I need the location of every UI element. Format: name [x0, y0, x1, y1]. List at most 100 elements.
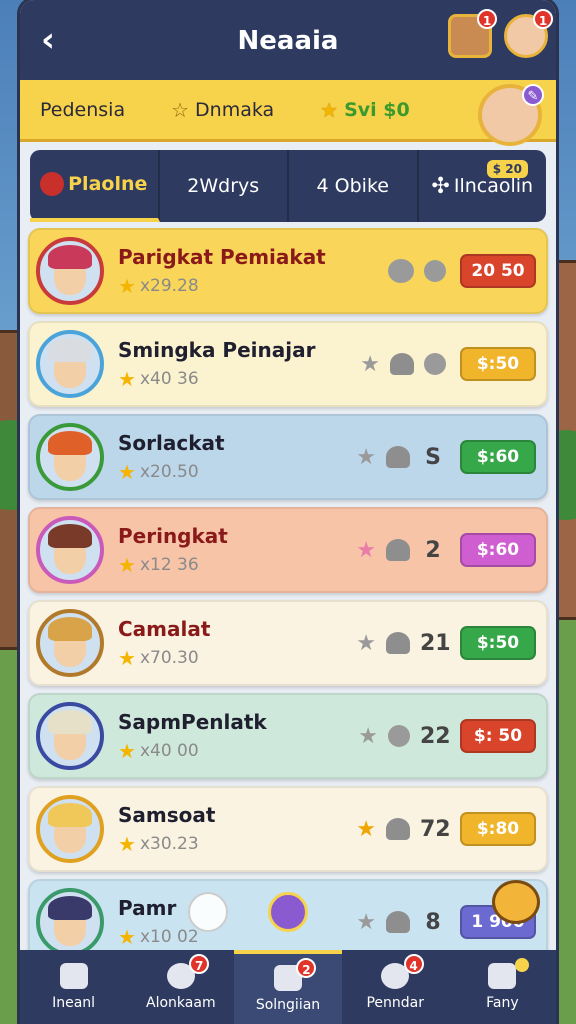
friend-avatar-button[interactable]: 1 [448, 9, 497, 58]
avatar-hair [48, 803, 92, 827]
bear-mascot-icon[interactable] [492, 880, 540, 924]
reward-button[interactable]: 20 50 [460, 254, 536, 288]
player-score: ★ x20.50 [118, 460, 356, 484]
leaderboard-row[interactable]: SapmPenlatk ★ x40 00 ★ 22 $: 50 [28, 693, 548, 779]
chevron-left-icon: ‹ [40, 20, 55, 60]
info-label: Pedensia [40, 98, 126, 121]
player-score: ★ x40 36 [118, 367, 360, 391]
row-info: Samsoat ★ x30.23 [118, 802, 356, 856]
tab-label: 2Wdrys [187, 175, 260, 197]
leaderboard-row[interactable]: Camalat ★ x70.30 ★ 21 $:50 [28, 600, 548, 686]
nav-item[interactable]: Solngiian 2 [234, 950, 342, 1024]
rank-number: 72 [420, 816, 451, 842]
avatar-hair [48, 431, 92, 455]
score-value: x29.28 [139, 276, 199, 296]
notification-badge: 1 [477, 9, 497, 29]
leaderboard-row[interactable]: Parigkat Pemiakat ★ x29.28 20 50 [28, 228, 548, 314]
leaderboard-row[interactable]: Samsoat ★ x30.23 ★ 72 $:80 [28, 786, 548, 872]
notification-badge: 1 [533, 9, 553, 29]
tab-bar: Plaolne 2Wdrys 4 Obike ✣ Ilncaolin $ 20 [30, 150, 546, 222]
player-avatar[interactable]: ✎ [478, 84, 544, 146]
home-icon [59, 963, 88, 989]
player-name: Camalat [118, 617, 211, 641]
star-icon: ★ [118, 832, 136, 856]
tab-label: 4 Obike [316, 175, 389, 197]
nav-label: Alonkaam [146, 995, 216, 1011]
rank-icon [386, 446, 410, 468]
score-value: x40 00 [139, 741, 199, 761]
back-button[interactable]: ‹ [20, 0, 76, 80]
player-score: ★ x30.23 [118, 832, 356, 856]
player-avatar [36, 237, 104, 305]
bottom-navigation: Ineanl Alonkaam 7 Solngiian 2 Penndar 4 Fany [20, 950, 556, 1024]
player-avatar [36, 795, 104, 863]
status-dot [514, 958, 529, 972]
player-name: Peringkat [118, 524, 228, 548]
avatar-hair [48, 617, 92, 641]
nav-label: Solngiian [255, 997, 321, 1013]
nav-item[interactable]: Fany [449, 950, 556, 1024]
row-info: Smingka Peinajar ★ x40 36 [118, 337, 360, 391]
emote-button[interactable] [268, 892, 308, 932]
score-value: x10 02 [139, 927, 199, 947]
nav-label: Ineanl [52, 995, 96, 1011]
reward-button[interactable]: $:60 [460, 440, 536, 474]
tab-plaolne[interactable]: Plaolne [30, 150, 160, 222]
tab-label: Plaolne [68, 173, 148, 195]
chat-bubble-button[interactable] [188, 892, 228, 932]
notification-badge: 7 [189, 954, 210, 974]
top-bar: ‹ Neaaia 1 1 [20, 0, 556, 80]
star-icon: ★ [360, 351, 380, 377]
star-info-label: Dnmaka [195, 98, 275, 121]
nav-label: Fany [486, 995, 519, 1011]
row-info: Parigkat Pemiakat ★ x29.28 [118, 244, 388, 298]
star-outline-icon: ☆ [171, 97, 190, 122]
player-name: Pamr [118, 896, 177, 920]
player-avatar [36, 609, 104, 677]
player-score: ★ x12 36 [118, 553, 356, 577]
nav-item[interactable]: Ineanl [20, 950, 127, 1024]
leaderboard-row[interactable]: Peringkat ★ x12 36 ★ 2 $:60 [28, 507, 548, 593]
nav-item[interactable]: Penndar 4 [342, 950, 449, 1024]
leaderboard-row[interactable]: Sorlackat ★ x20.50 ★ S $:60 [28, 414, 548, 500]
player-score: ★ x10 02 [118, 925, 356, 949]
nav-item[interactable]: Alonkaam 7 [127, 950, 234, 1024]
reward-button[interactable]: $:80 [460, 812, 536, 846]
star-icon: ★ [118, 367, 136, 391]
player-name: SapmPenlatk [118, 710, 267, 734]
tab-label: Ilncaolin [453, 175, 534, 197]
reward-button[interactable]: $:60 [460, 533, 536, 567]
star-icon: ★ [118, 553, 136, 577]
player-name: Sorlackat [118, 431, 225, 455]
rank-number: 8 [425, 909, 441, 935]
player-avatar [36, 423, 104, 491]
avatar-hair [48, 338, 92, 362]
player-avatar [36, 702, 104, 770]
score-value: x30.23 [139, 834, 199, 854]
player-name: Parigkat Pemiakat [118, 245, 326, 269]
tab-ilncaolin[interactable]: ✣ Ilncaolin $ 20 [419, 150, 547, 222]
score-value: x40 36 [139, 369, 199, 389]
star-icon: ★ [356, 816, 376, 842]
leaderboard-row[interactable]: Smingka Peinajar ★ x40 36 ★ $:50 [28, 321, 548, 407]
info-bar: Pedensia ☆ Dnmaka ★ Svi $0 ✎ [20, 80, 556, 146]
face-icon [388, 259, 414, 283]
row-info: Camalat ★ x70.30 [118, 616, 356, 670]
leaderboard-list: Parigkat Pemiakat ★ x29.28 20 50 Smingka Pei… [28, 228, 548, 972]
row-stats: ★ 2 [356, 538, 446, 563]
tab-4obike[interactable]: 4 Obike [289, 150, 419, 222]
reward-button[interactable]: $: 50 [460, 719, 536, 753]
row-stats: ★ [360, 352, 446, 377]
edit-icon[interactable]: ✎ [522, 84, 544, 106]
person-icon [488, 963, 517, 989]
tab-2wdrys[interactable]: 2Wdrys [160, 150, 289, 222]
star-icon: ★ [118, 274, 136, 298]
star-icon: ★ [356, 630, 376, 656]
reward-button[interactable]: $:50 [460, 626, 536, 660]
row-stats: ★ S [356, 445, 446, 470]
rank-number: 22 [420, 723, 451, 749]
reward-button[interactable]: $:50 [460, 347, 536, 381]
profile-avatar-button[interactable]: 1 [504, 9, 553, 58]
star-icon: ★ [356, 909, 376, 935]
tab-badge: $ 20 [486, 160, 528, 178]
